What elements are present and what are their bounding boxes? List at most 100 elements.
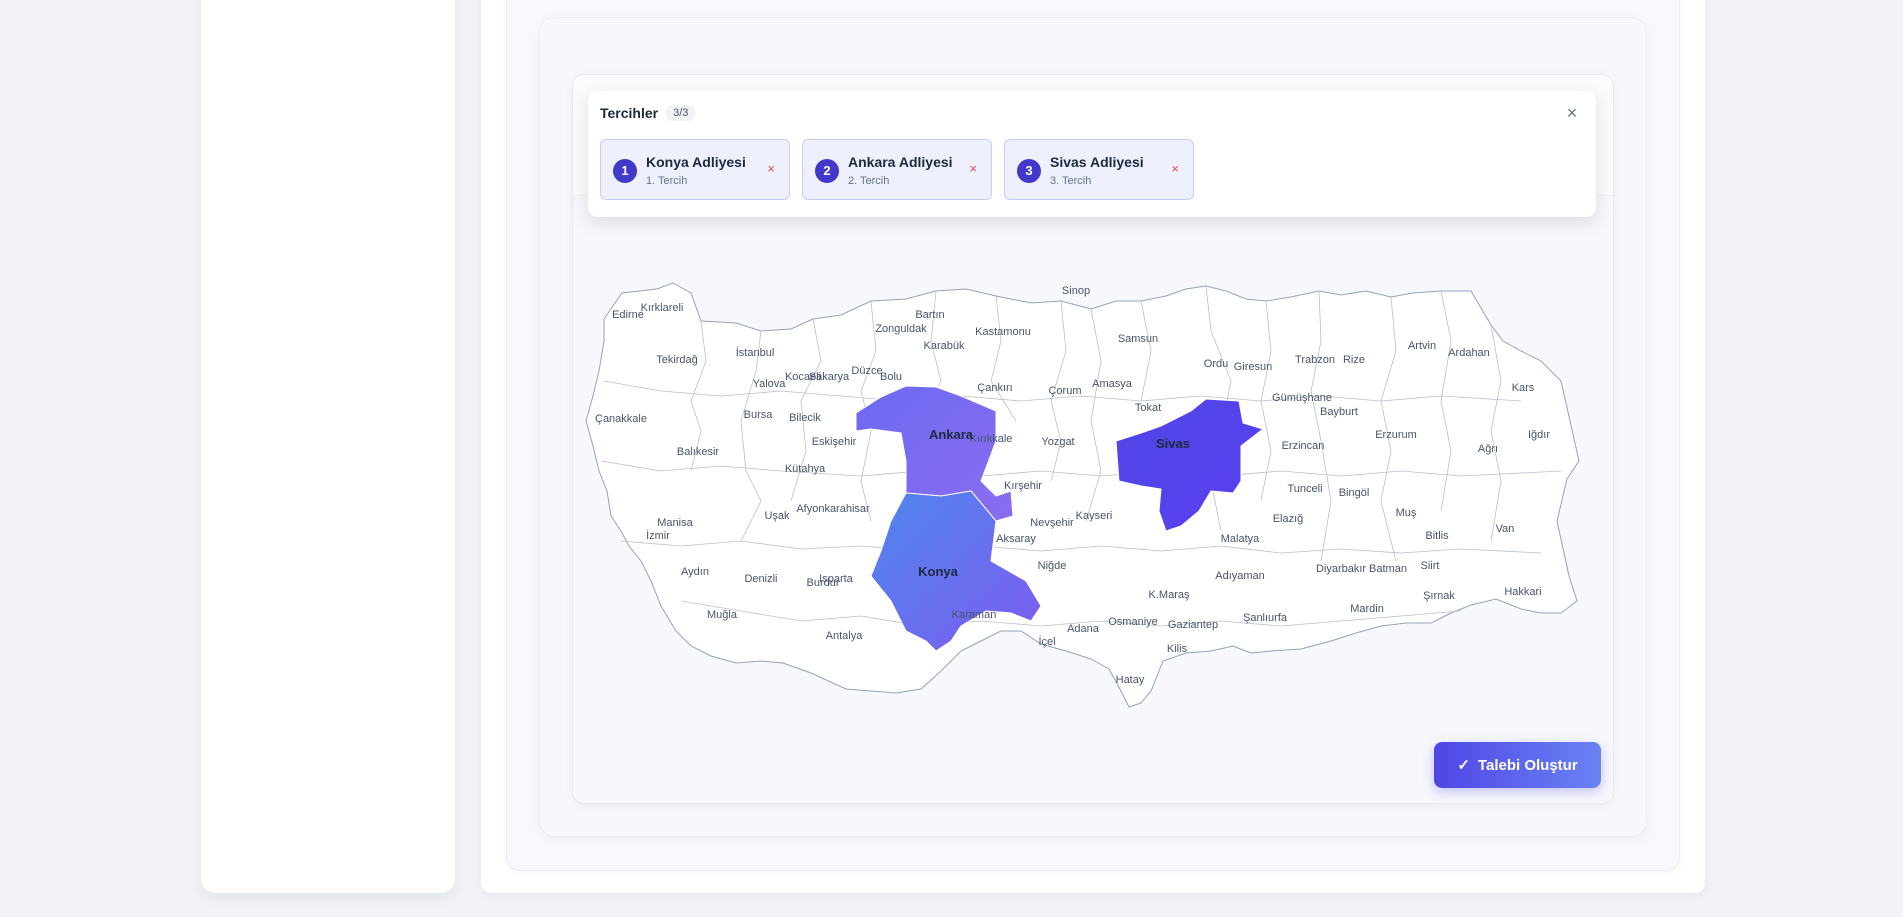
preference-chip[interactable]: 1 Konya Adliyesi 1. Tercih × — [600, 139, 790, 200]
province-label: Bayburt — [1320, 406, 1358, 418]
province-label: Denizli — [744, 573, 777, 585]
close-icon[interactable]: × — [1562, 103, 1582, 123]
preference-name: Sivas Adliyesi — [1050, 154, 1144, 170]
province-label: Karaman — [952, 609, 997, 621]
province-label: Kastamonu — [975, 326, 1031, 338]
province-label: Malatya — [1221, 533, 1260, 545]
province-label: Aydın — [681, 566, 709, 578]
province-label: Trabzon — [1295, 354, 1335, 366]
province-label: Ordu — [1204, 358, 1228, 370]
province-label: Diyarbakır — [1316, 563, 1366, 575]
remove-icon[interactable]: × — [1171, 160, 1179, 178]
province-label: Eskişehir — [812, 436, 857, 448]
province-label: Karabük — [924, 340, 965, 352]
province-label: Manisa — [657, 517, 693, 529]
province-label: Osmaniye — [1108, 616, 1158, 628]
province-label: Uşak — [764, 510, 790, 522]
remove-icon[interactable]: × — [969, 160, 977, 178]
province-label: Giresun — [1234, 361, 1273, 373]
province-label: Afyonkarahisar — [796, 503, 870, 515]
province-label: Elazığ — [1273, 513, 1304, 525]
province-label: Çankırı — [977, 382, 1012, 394]
preference-name: Ankara Adliyesi — [848, 154, 953, 170]
province-label: Edirne — [612, 309, 644, 321]
province-label: Konya — [918, 564, 959, 579]
province-label: Adıyaman — [1215, 570, 1265, 582]
province-label: Muğla — [707, 609, 738, 621]
preference-name: Konya Adliyesi — [646, 154, 746, 170]
province-label: Mardin — [1350, 603, 1384, 615]
province-label: Kütahya — [785, 463, 826, 475]
province-label: Ardahan — [1448, 347, 1490, 359]
province-label: Tokat — [1135, 402, 1161, 414]
preference-rank-label: 2. Tercih — [848, 175, 890, 187]
province-label: Bitlis — [1425, 530, 1449, 542]
province-label: Düzce — [851, 365, 882, 377]
preference-rank-label: 3. Tercih — [1050, 175, 1092, 187]
province-label: Zonguldak — [875, 323, 927, 335]
province-label: Kırklareli — [641, 302, 684, 314]
province-label: Batman — [1369, 563, 1407, 575]
province-label: Artvin — [1408, 340, 1436, 352]
province-label: K.Maraş — [1149, 589, 1190, 601]
province-label: Gümüşhane — [1272, 392, 1332, 404]
province-label: Ankara — [929, 427, 974, 442]
preference-chip[interactable]: 3 Sivas Adliyesi 3. Tercih × — [1004, 139, 1194, 200]
rank-badge: 2 — [815, 159, 839, 183]
province-label: Amasya — [1092, 378, 1133, 390]
preferences-panel: Tercihler 3/3 × 1 Konya Adliyesi 1. Terc… — [588, 91, 1596, 217]
province-label: Hatay — [1116, 674, 1145, 686]
preference-chip[interactable]: 2 Ankara Adliyesi 2. Tercih × — [802, 139, 992, 200]
province-label: Şanlıurfa — [1243, 612, 1288, 624]
province-label: Kırşehir — [1004, 480, 1042, 492]
province-label: Çanakkale — [595, 413, 647, 425]
check-icon: ✓ — [1457, 757, 1470, 774]
province-label: Çorum — [1048, 385, 1081, 397]
rank-badge: 3 — [1017, 159, 1041, 183]
province-label: Kilis — [1167, 643, 1188, 655]
province-label: Antalya — [826, 630, 864, 642]
province-label: Bartın — [915, 309, 944, 321]
province-label: Adana — [1067, 623, 1100, 635]
sidebar — [201, 0, 455, 893]
province-label: Balıkesir — [677, 446, 720, 458]
province-label: İçel — [1038, 635, 1055, 648]
province-label: Erzurum — [1375, 429, 1417, 441]
province-label: Yalova — [753, 378, 787, 390]
province-label: Sivas — [1156, 436, 1190, 451]
province-label: Bolu — [880, 371, 902, 383]
province-label: Niğde — [1038, 560, 1067, 572]
province-label: İstanbul — [736, 346, 775, 359]
province-label: Sinop — [1062, 285, 1090, 297]
province-label: Kars — [1512, 382, 1535, 394]
preferences-header: Tercihler 3/3 — [600, 105, 696, 121]
preferences-count-badge: 3/3 — [666, 105, 696, 121]
province-label: Burdur — [806, 577, 839, 589]
province-label: Bingöl — [1339, 487, 1370, 499]
province-label: Rize — [1343, 354, 1365, 366]
create-request-button[interactable]: ✓ Talebi Oluştur — [1434, 742, 1601, 788]
province-label: Nevşehir — [1030, 517, 1074, 529]
create-request-label: Talebi Oluştur — [1477, 756, 1578, 774]
rank-badge: 1 — [613, 159, 637, 183]
province-label: Van — [1496, 523, 1515, 535]
remove-icon[interactable]: × — [767, 160, 775, 178]
province-label: Muş — [1396, 507, 1417, 519]
preference-chips: 1 Konya Adliyesi 1. Tercih × 2 Ankara Ad… — [600, 139, 1194, 200]
province-label: Erzincan — [1282, 440, 1325, 452]
province-label: Kayseri — [1076, 510, 1113, 522]
province-label: Aksaray — [996, 533, 1036, 545]
province-label: Bursa — [744, 409, 774, 421]
province-label: Yozgat — [1041, 436, 1074, 448]
province-label: Hakkari — [1504, 586, 1541, 598]
province-label: Sakarya — [809, 371, 850, 383]
province-label: Kırıkkale — [970, 433, 1013, 445]
province-label: Tunceli — [1287, 483, 1322, 495]
preferences-title: Tercihler — [600, 105, 659, 121]
province-label: Iğdır — [1528, 429, 1550, 441]
province-label: Siirt — [1421, 560, 1440, 572]
preference-rank-label: 1. Tercih — [646, 175, 688, 187]
province-label: Samsun — [1118, 333, 1158, 345]
province-label: Tekirdağ — [656, 354, 698, 366]
province-label: Şırnak — [1423, 590, 1455, 602]
